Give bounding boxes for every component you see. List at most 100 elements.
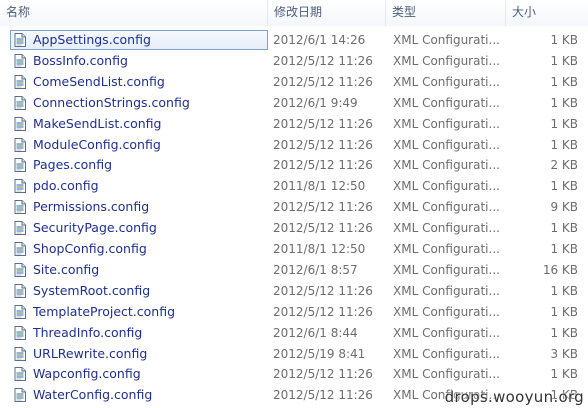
file-size: 1 KB [550,367,578,381]
column-header-name[interactable]: 名称 [0,0,268,26]
file-name-cell[interactable]: SystemRoot.config [10,281,268,301]
file-type: XML Configurati... [393,138,500,152]
file-size: 1 KB [550,326,578,340]
file-name: ModuleConfig.config [33,137,161,152]
file-row[interactable]: SecurityPage.config 2012/5/12 11:26 XML Co… [0,218,588,238]
file-row[interactable]: URLRewrite.config 2012/5/19 8:41 XML Confi… [0,344,588,364]
file-row[interactable]: pdo.config 2011/8/1 12:50 XML Configurati.… [0,176,588,196]
file-date-modified: 2011/8/1 12:50 [273,242,366,256]
file-name: ThreadInfo.config [33,325,143,340]
file-row[interactable]: Wapconfig.config 2012/5/12 11:26 XML Confi… [0,364,588,384]
file-name-cell[interactable]: MakeSendList.config [10,114,268,134]
file-name: URLRewrite.config [33,346,148,361]
file-row[interactable]: TemplateProject.config 2012/5/12 11:26 XML… [0,302,588,322]
xml-config-file-icon [13,158,27,172]
file-name: Permissions.config [33,199,150,214]
watermark: drops.wooyun.org [444,388,584,406]
file-name-cell[interactable]: ConnectionStrings.config [10,93,268,113]
file-name-cell[interactable]: Site.config [10,260,268,280]
file-type: XML Configurati... [393,263,500,277]
file-name-cell[interactable]: URLRewrite.config [10,344,268,364]
file-name: ComeSendList.config [33,74,165,89]
file-date-modified: 2012/5/12 11:26 [273,117,373,131]
file-size: 1 KB [550,221,578,235]
file-name-cell[interactable]: TemplateProject.config [10,302,268,322]
file-name-cell[interactable]: ShopConfig.config [10,239,268,259]
file-row[interactable]: ThreadInfo.config 2012/6/1 8:44 XML Config… [0,323,588,343]
file-name-cell[interactable]: ThreadInfo.config [10,323,268,343]
xml-config-file-icon [13,200,27,214]
file-row[interactable]: BossInfo.config 2012/5/12 11:26 XML Config… [0,51,588,71]
file-row[interactable]: MakeSendList.config 2012/5/12 11:26 XML Co… [0,114,588,134]
file-row[interactable]: SystemRoot.config 2012/5/12 11:26 XML Conf… [0,281,588,301]
file-date-modified: 2012/6/1 9:49 [273,96,358,110]
file-name: Pages.config [33,157,112,172]
file-name-cell[interactable]: ModuleConfig.config [10,135,268,155]
xml-config-file-icon [13,326,27,340]
file-name-cell[interactable]: WaterConfig.config [10,385,268,405]
file-row[interactable]: AppSettings.config 2012/6/1 14:26 XML Conf… [0,30,588,50]
file-type: XML Configurati... [393,347,500,361]
file-date-modified: 2012/5/12 11:26 [273,388,373,402]
xml-config-file-icon [13,117,27,131]
file-type: XML Configurati... [393,117,500,131]
xml-config-file-icon [13,347,27,361]
file-type: XML Configurati... [393,284,500,298]
file-row[interactable]: Permissions.config 2012/5/12 11:26 XML Con… [0,197,588,217]
file-size: 1 KB [550,75,578,89]
file-date-modified: 2012/5/12 11:26 [273,138,373,152]
file-name-cell[interactable]: AppSettings.config [10,30,268,50]
xml-config-file-icon [13,305,27,319]
file-row[interactable]: ShopConfig.config 2011/8/1 12:50 XML Confi… [0,239,588,259]
file-name-cell[interactable]: pdo.config [10,176,268,196]
file-size: 3 KB [550,347,578,361]
file-date-modified: 2012/5/12 11:26 [273,200,373,214]
file-name-cell[interactable]: BossInfo.config [10,51,268,71]
file-size: 1 KB [550,305,578,319]
file-date-modified: 2012/5/12 11:26 [273,284,373,298]
file-name-cell[interactable]: Pages.config [10,155,268,175]
file-date-modified: 2012/5/19 8:41 [273,347,366,361]
file-date-modified: 2012/5/12 11:26 [273,305,373,319]
file-date-modified: 2012/5/12 11:26 [273,367,373,381]
file-date-modified: 2012/6/1 8:57 [273,263,358,277]
file-size: 1 KB [550,33,578,47]
file-name: ConnectionStrings.config [33,95,190,110]
column-header-type[interactable]: 类型 [386,0,506,26]
file-size: 1 KB [550,138,578,152]
file-name: ShopConfig.config [33,241,147,256]
file-type: XML Configurati... [393,326,500,340]
xml-config-file-icon [13,179,27,193]
xml-config-file-icon [13,33,27,47]
file-date-modified: 2012/5/12 11:26 [273,54,373,68]
file-row[interactable]: Pages.config 2012/5/12 11:26 XML Configura… [0,155,588,175]
file-name: Wapconfig.config [33,366,141,381]
column-header-date-modified[interactable]: 修改日期 [268,0,386,26]
file-size: 1 KB [550,179,578,193]
file-row[interactable]: ComeSendList.config 2012/5/12 11:26 XML Co… [0,72,588,92]
file-type: XML Configurati... [393,367,500,381]
file-row[interactable]: Site.config 2012/6/1 8:57 XML Configurati.… [0,260,588,280]
xml-config-file-icon [13,138,27,152]
file-size: 1 KB [550,96,578,110]
file-explorer: 名称 修改日期 类型 大小 AppSettings.config 2012/6/1… [0,0,588,408]
file-type: XML Configurati... [393,305,500,319]
file-row[interactable]: ModuleConfig.config 2012/5/12 11:26 XML Co… [0,135,588,155]
xml-config-file-icon [13,221,27,235]
file-name-cell[interactable]: ComeSendList.config [10,72,268,92]
file-name: AppSettings.config [33,32,151,47]
file-name-cell[interactable]: Wapconfig.config [10,364,268,384]
file-date-modified: 2012/6/1 14:26 [273,33,366,47]
column-header-bar: 名称 修改日期 类型 大小 [0,0,588,26]
file-name-cell[interactable]: SecurityPage.config [10,218,268,238]
file-size: 1 KB [550,242,578,256]
file-name-cell[interactable]: Permissions.config [10,197,268,217]
file-name: pdo.config [33,178,99,193]
file-size: 1 KB [550,284,578,298]
file-type: XML Configurati... [393,179,500,193]
file-type: XML Configurati... [393,33,500,47]
file-row[interactable]: ConnectionStrings.config 2012/6/1 9:49 XML… [0,93,588,113]
xml-config-file-icon [13,75,27,89]
column-header-size[interactable]: 大小 [506,0,588,26]
file-date-modified: 2011/8/1 12:50 [273,179,366,193]
